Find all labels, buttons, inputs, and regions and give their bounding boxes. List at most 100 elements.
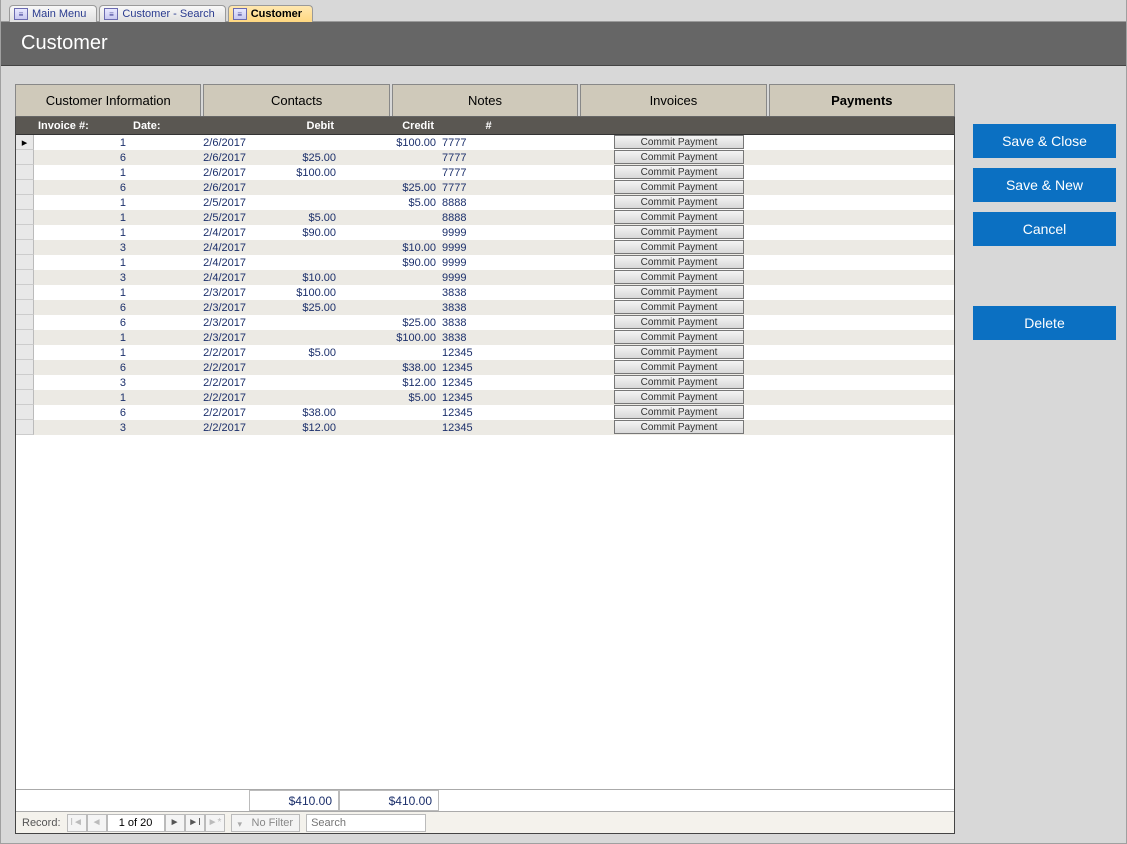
cell-credit[interactable]: $12.00 [339,375,439,390]
cell-credit[interactable]: $5.00 [339,195,439,210]
cell-date[interactable]: 2/2/2017 [129,345,249,360]
cell-debit[interactable] [249,315,339,330]
table-row[interactable]: 12/2/2017$5.0012345Commit Payment [16,390,954,405]
sub-tab-notes[interactable]: Notes [392,84,578,116]
row-selector[interactable] [16,255,34,270]
nav-last-button[interactable]: ►I [185,814,205,832]
cell-date[interactable]: 2/2/2017 [129,360,249,375]
nav-next-button[interactable]: ► [165,814,185,832]
cell-debit[interactable]: $5.00 [249,345,339,360]
commit-payment-button[interactable]: Commit Payment [614,180,744,194]
cell-number[interactable]: 7777 [439,165,539,180]
sub-tab-contacts[interactable]: Contacts [203,84,389,116]
cell-date[interactable]: 2/3/2017 [129,315,249,330]
cell-date[interactable]: 2/6/2017 [129,165,249,180]
sub-tab-invoices[interactable]: Invoices [580,84,766,116]
row-selector[interactable] [16,390,34,405]
cell-number[interactable]: 9999 [439,255,539,270]
cell-credit[interactable] [339,300,439,315]
cell-debit[interactable]: $100.00 [249,165,339,180]
row-selector[interactable] [16,240,34,255]
cell-number[interactable]: 3838 [439,285,539,300]
commit-payment-button[interactable]: Commit Payment [614,165,744,179]
commit-payment-button[interactable]: Commit Payment [614,270,744,284]
sub-tab-customer-information[interactable]: Customer Information [15,84,201,116]
cell-debit[interactable]: $90.00 [249,225,339,240]
cell-credit[interactable]: $100.00 [339,330,439,345]
grid-body[interactable]: ▸12/6/2017$100.007777Commit Payment62/6/… [16,135,954,789]
col-invoice[interactable]: Invoice #: [34,117,129,134]
cancel-button[interactable]: Cancel [973,212,1116,246]
commit-payment-button[interactable]: Commit Payment [614,360,744,374]
cell-number[interactable]: 12345 [439,360,539,375]
record-position-input[interactable] [107,814,165,832]
col-credit[interactable]: Credit [339,117,439,134]
col-number[interactable]: # [439,117,539,134]
cell-number[interactable]: 9999 [439,225,539,240]
commit-payment-button[interactable]: Commit Payment [614,375,744,389]
commit-payment-button[interactable]: Commit Payment [614,300,744,314]
row-selector[interactable] [16,285,34,300]
cell-credit[interactable] [339,150,439,165]
delete-button[interactable]: Delete [973,306,1116,340]
row-selector[interactable] [16,345,34,360]
cell-date[interactable]: 2/3/2017 [129,285,249,300]
row-selector[interactable] [16,420,34,435]
cell-credit[interactable] [339,420,439,435]
cell-number[interactable]: 3838 [439,330,539,345]
cell-invoice[interactable]: 6 [34,405,129,420]
commit-payment-button[interactable]: Commit Payment [614,195,744,209]
table-row[interactable]: 32/4/2017$10.009999Commit Payment [16,270,954,285]
row-selector[interactable] [16,180,34,195]
cell-date[interactable]: 2/3/2017 [129,330,249,345]
cell-credit[interactable] [339,285,439,300]
cell-debit[interactable]: $38.00 [249,405,339,420]
commit-payment-button[interactable]: Commit Payment [614,150,744,164]
table-row[interactable]: 32/2/2017$12.0012345Commit Payment [16,420,954,435]
cell-credit[interactable] [339,270,439,285]
cell-number[interactable]: 12345 [439,420,539,435]
col-debit[interactable]: Debit [249,117,339,134]
table-row[interactable]: 62/3/2017$25.003838Commit Payment [16,300,954,315]
table-row[interactable]: 32/4/2017$10.009999Commit Payment [16,240,954,255]
cell-credit[interactable] [339,210,439,225]
cell-date[interactable]: 2/2/2017 [129,390,249,405]
row-selector[interactable] [16,315,34,330]
col-date[interactable]: Date: [129,117,249,134]
commit-payment-button[interactable]: Commit Payment [614,330,744,344]
cell-invoice[interactable]: 6 [34,150,129,165]
table-row[interactable]: 12/3/2017$100.003838Commit Payment [16,285,954,300]
cell-date[interactable]: 2/4/2017 [129,240,249,255]
cell-debit[interactable]: $12.00 [249,420,339,435]
row-selector[interactable] [16,330,34,345]
cell-credit[interactable] [339,165,439,180]
cell-debit[interactable] [249,240,339,255]
cell-credit[interactable]: $38.00 [339,360,439,375]
table-row[interactable]: 12/6/2017$100.007777Commit Payment [16,165,954,180]
cell-debit[interactable]: $25.00 [249,150,339,165]
commit-payment-button[interactable]: Commit Payment [614,405,744,419]
cell-number[interactable]: 7777 [439,135,539,150]
table-row[interactable]: 62/2/2017$38.0012345Commit Payment [16,360,954,375]
cell-debit[interactable]: $5.00 [249,210,339,225]
cell-number[interactable]: 12345 [439,345,539,360]
nav-new-button[interactable]: ►* [205,814,225,832]
cell-invoice[interactable]: 1 [34,330,129,345]
search-input[interactable] [306,814,426,832]
row-selector[interactable] [16,300,34,315]
cell-invoice[interactable]: 3 [34,420,129,435]
cell-invoice[interactable]: 1 [34,195,129,210]
cell-credit[interactable]: $25.00 [339,315,439,330]
commit-payment-button[interactable]: Commit Payment [614,390,744,404]
table-row[interactable]: 12/2/2017$5.0012345Commit Payment [16,345,954,360]
cell-credit[interactable]: $10.00 [339,240,439,255]
cell-number[interactable]: 7777 [439,180,539,195]
cell-number[interactable]: 9999 [439,240,539,255]
cell-credit[interactable]: $90.00 [339,255,439,270]
cell-date[interactable]: 2/2/2017 [129,405,249,420]
cell-date[interactable]: 2/4/2017 [129,225,249,240]
table-row[interactable]: 62/6/2017$25.007777Commit Payment [16,180,954,195]
cell-invoice[interactable]: 6 [34,300,129,315]
cell-invoice[interactable]: 1 [34,210,129,225]
cell-debit[interactable] [249,180,339,195]
